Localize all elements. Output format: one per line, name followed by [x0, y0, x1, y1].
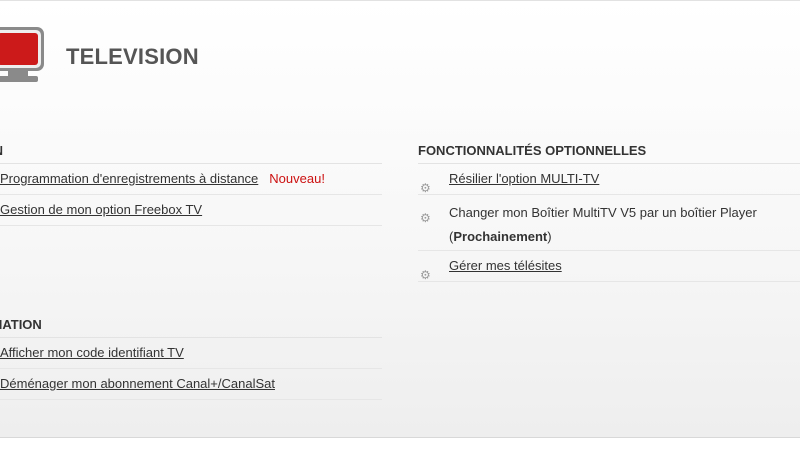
list-item: ⚙ Résilier l'option MULTI-TV [418, 164, 800, 195]
gear-icon: ⚙ [420, 268, 431, 282]
link-freebox-tv-option[interactable]: Gestion de mon option Freebox TV [0, 202, 202, 217]
list-item: ⚙ Gérer mes télésites [418, 251, 800, 282]
section-reception: TION Programmation d'enregistrements à d… [0, 141, 382, 226]
list-item: ⚙ Changer mon Boîtier MultiTV V5 par un … [418, 195, 800, 251]
link-remote-recording[interactable]: Programmation d'enregistrements à distan… [0, 171, 258, 186]
note-close: ) [547, 229, 552, 244]
section-optional-features: FONCTIONNALITÉS OPTIONNELLES ⚙ Résilier … [418, 141, 800, 282]
section-heading: TION [0, 141, 382, 164]
section-heading: ORMATION [0, 315, 382, 338]
link-cancel-multi-tv[interactable]: Résilier l'option MULTI-TV [449, 171, 599, 186]
television-panel: TELEVISION TION Programmation d'enregist… [0, 0, 800, 438]
section-heading: FONCTIONNALITÉS OPTIONNELLES [418, 141, 800, 164]
list-item: Gestion de mon option Freebox TV [0, 195, 382, 226]
list-item: Déménager mon abonnement Canal+/CanalSat [0, 369, 382, 400]
new-badge: Nouveau! [269, 171, 325, 186]
link-list: ⚙ Résilier l'option MULTI-TV ⚙ Changer m… [418, 164, 800, 282]
link-move-canal-subscription[interactable]: Déménager mon abonnement Canal+/CanalSat [0, 376, 275, 391]
list-item: Afficher mon code identifiant TV [0, 338, 382, 369]
list-item: Programmation d'enregistrements à distan… [0, 164, 382, 195]
link-list: Programmation d'enregistrements à distan… [0, 164, 382, 226]
upcoming-label: Prochainement [453, 229, 548, 244]
link-manage-telesites[interactable]: Gérer mes télésites [449, 258, 562, 273]
link-list: Afficher mon code identifiant TV Déménag… [0, 338, 382, 400]
link-tv-identifier-code[interactable]: Afficher mon code identifiant TV [0, 345, 184, 360]
change-box-text: Changer mon Boîtier MultiTV V5 par un bo… [449, 205, 757, 220]
tv-icon [0, 27, 44, 82]
page-title: TELEVISION [66, 44, 199, 69]
gear-icon: ⚙ [420, 211, 431, 225]
section-information: ORMATION Afficher mon code identifiant T… [0, 315, 382, 400]
